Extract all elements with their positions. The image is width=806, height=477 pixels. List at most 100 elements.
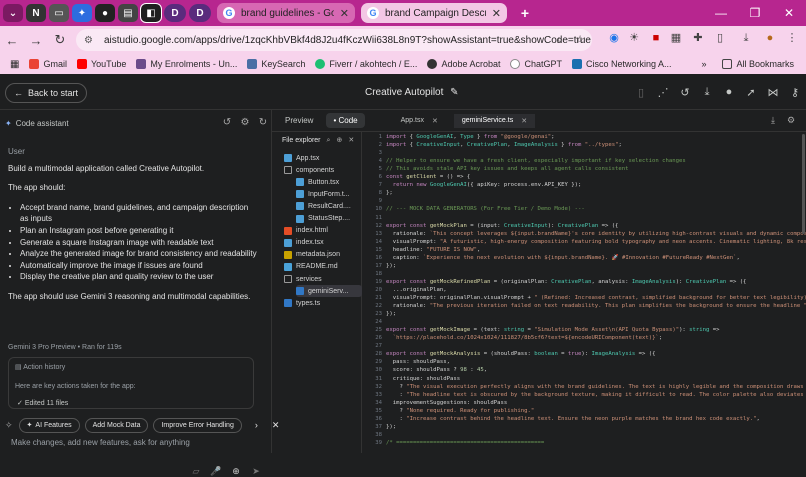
- reload-icon[interactable]: ↻: [48, 32, 72, 48]
- edit-pencil-icon[interactable]: ✎: [450, 87, 458, 98]
- pinned-tab-inbox-icon[interactable]: ▭: [49, 4, 69, 22]
- bookmark-enrolments[interactable]: My Enrolments - Un...: [136, 59, 237, 69]
- share-network-icon[interactable]: ⋈: [762, 86, 784, 99]
- file-tree-item[interactable]: ResultCard....: [296, 200, 351, 212]
- bookmark-cisco[interactable]: Cisco Networking A...: [572, 59, 672, 69]
- chip-ai-features[interactable]: ✦ AI Features: [18, 417, 80, 433]
- file-tree-item[interactable]: services: [284, 273, 322, 285]
- editor-scrollbar[interactable]: [802, 134, 805, 234]
- file-tree-item[interactable]: InputForm.t...: [296, 188, 350, 200]
- prompt-input[interactable]: Make changes, add new features, ask for …: [5, 438, 267, 453]
- search-icon[interactable]: ⌕: [327, 137, 337, 144]
- deploy-rocket-icon[interactable]: ➚: [740, 86, 762, 99]
- file-icon: [296, 190, 304, 199]
- bookmark-keysearch[interactable]: KeySearch: [247, 59, 305, 69]
- file-tab-app[interactable]: App.tsx ✕: [393, 114, 446, 128]
- code-line: ...originalPlan,: [386, 286, 447, 293]
- pinned-tab-gemini-icon[interactable]: ✦: [72, 4, 92, 22]
- forward-arrow-icon[interactable]: →: [24, 33, 48, 48]
- url-field[interactable]: ⚙ aistudio.google.com/apps/drive/1zqcKhb…: [76, 29, 592, 51]
- close-tab-icon[interactable]: ✕: [432, 117, 438, 125]
- search-icon[interactable]: ⌕: [550, 29, 570, 51]
- share-icon[interactable]: ⋰: [652, 86, 674, 99]
- apps-grid-icon[interactable]: ▦: [10, 59, 19, 70]
- minimize-icon[interactable]: —: [704, 6, 738, 20]
- file-tree-item[interactable]: index.tsx: [284, 237, 324, 249]
- github-icon[interactable]: ●: [718, 86, 740, 99]
- close-tab-icon[interactable]: ✕: [521, 117, 527, 125]
- active-pinned-tab-ai-studio-icon[interactable]: ◧: [140, 3, 162, 23]
- tab-brand-campaign[interactable]: G brand Campaign Description fo ✕: [361, 3, 507, 23]
- file-tree-item[interactable]: metadata.json: [284, 249, 340, 261]
- chevron-right-icon[interactable]: ›: [255, 420, 258, 430]
- bookmark-star-icon[interactable]: ☆: [570, 29, 590, 51]
- close-window-icon[interactable]: ✕: [772, 6, 806, 20]
- settings-icon[interactable]: ⚙: [782, 115, 800, 126]
- key-icon[interactable]: ⚷: [784, 86, 806, 99]
- history-icon[interactable]: ↺: [218, 117, 236, 128]
- refresh-icon[interactable]: ↻: [254, 117, 272, 128]
- pinned-tab-github-icon[interactable]: ●: [95, 4, 115, 22]
- suggestion-chips: ✧ ✦ AI Features Add Mock Data Improve Err…: [5, 417, 279, 433]
- file-tree-item[interactable]: README.md: [284, 261, 338, 273]
- file-tree-item[interactable]: StatusStep....: [296, 213, 350, 225]
- extension-icon[interactable]: ◉: [606, 29, 622, 47]
- new-tab-icon[interactable]: +: [515, 4, 535, 22]
- add-file-icon[interactable]: ⊕: [336, 137, 348, 144]
- tab-brand-guidelines[interactable]: G brand guidelines - Google Sear ✕: [217, 3, 355, 23]
- bookmark-adobe[interactable]: Adobe Acrobat: [427, 59, 500, 69]
- tab-search-menu-icon[interactable]: ⌄: [3, 4, 23, 22]
- extension-icon[interactable]: ■: [648, 29, 664, 47]
- tab-code[interactable]: • Code: [326, 113, 365, 128]
- chip-add-mock-data[interactable]: Add Mock Data: [84, 417, 149, 433]
- download-icon[interactable]: ⤓: [696, 86, 718, 99]
- bookmark-gmail[interactable]: Gmail: [29, 59, 67, 69]
- download-icon[interactable]: ⤓: [738, 29, 754, 47]
- close-tab-icon[interactable]: ✕: [334, 7, 349, 20]
- chevron-right-icon[interactable]: »: [701, 59, 706, 69]
- file-tree-item[interactable]: components: [284, 164, 334, 176]
- pinned-tab-n[interactable]: N: [26, 4, 46, 22]
- extensions-puzzle-icon[interactable]: ✚: [690, 29, 706, 47]
- action-history-header[interactable]: ▤ Action history: [15, 363, 65, 371]
- pinned-tab-d2[interactable]: D: [189, 4, 211, 22]
- profile-avatar[interactable]: ●: [762, 29, 778, 47]
- device-icon[interactable]: ▯: [630, 86, 652, 99]
- maximize-icon[interactable]: ❐: [738, 6, 772, 20]
- file-tree-item[interactable]: App.tsx: [284, 152, 319, 164]
- send-icon[interactable]: ➤: [246, 466, 266, 477]
- bookmark-youtube[interactable]: YouTube: [76, 59, 126, 69]
- file-tree-item[interactable]: Button.tsx: [296, 176, 339, 188]
- back-arrow-icon[interactable]: ←: [0, 33, 24, 48]
- sidepanel-icon[interactable]: ▯: [712, 29, 728, 47]
- file-tree-item[interactable]: types.ts: [284, 297, 320, 309]
- settings-icon[interactable]: ⚙: [236, 117, 254, 128]
- edited-files-row[interactable]: ✓ Edited 11 files: [17, 399, 68, 407]
- code-editor[interactable]: 1 import { GoogleGenAI, Type } from "@goo…: [364, 132, 806, 453]
- sparkle-icon[interactable]: ✧: [5, 420, 13, 431]
- file-tree-item[interactable]: geminiServ...: [296, 285, 362, 298]
- code-line: improvementSuggestions: shouldPass: [386, 399, 508, 406]
- bookmark-chatgpt[interactable]: ChatGPT: [510, 59, 562, 69]
- pinned-tab-d1[interactable]: D: [164, 4, 186, 22]
- tab-preview[interactable]: Preview: [278, 113, 320, 128]
- site-info-icon[interactable]: ⚙: [84, 35, 96, 46]
- download-icon[interactable]: ⤓: [764, 115, 782, 126]
- collapse-icon[interactable]: ✕: [348, 137, 360, 144]
- back-to-start-button[interactable]: ← Back to start: [5, 83, 88, 103]
- extension-icon[interactable]: ☀: [626, 29, 642, 47]
- line-number: 30: [375, 367, 382, 374]
- attach-icon[interactable]: ▱: [186, 466, 206, 477]
- pinned-tab-window-icon[interactable]: ▤: [118, 4, 138, 22]
- close-tab-icon[interactable]: ✕: [486, 7, 501, 20]
- file-tree-item[interactable]: index.html: [284, 225, 328, 237]
- file-tab-gemini-service[interactable]: geminiService.ts ✕: [453, 113, 536, 128]
- history-icon[interactable]: ↺: [674, 86, 696, 99]
- mic-icon[interactable]: 🎤: [206, 466, 226, 477]
- chip-improve-error-handling[interactable]: Improve Error Handling: [153, 417, 242, 433]
- bookmark-fiverr[interactable]: Fiverr / akohtech / E...: [315, 59, 417, 69]
- all-bookmarks[interactable]: » All Bookmarks: [701, 59, 794, 69]
- menu-dots-icon[interactable]: ⋮: [786, 29, 798, 47]
- add-icon[interactable]: ⊕: [226, 466, 246, 477]
- extension-icon[interactable]: ▦: [668, 29, 684, 47]
